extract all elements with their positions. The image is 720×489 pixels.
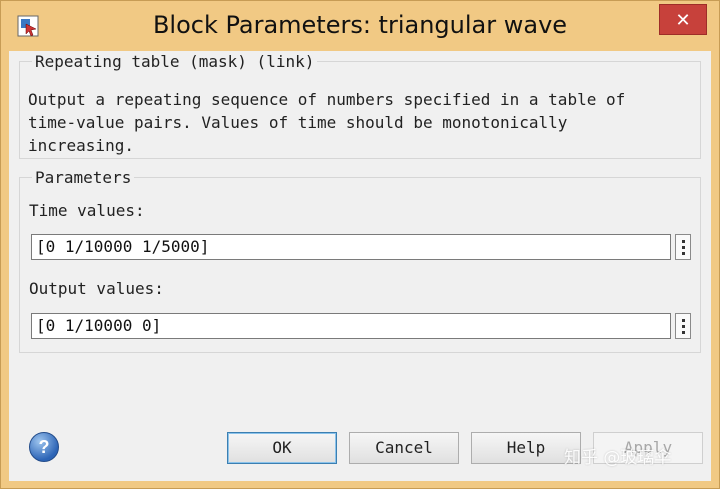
close-button[interactable]: ✕	[659, 4, 707, 35]
help-question-icon[interactable]: ?	[29, 432, 59, 462]
close-icon: ✕	[675, 10, 691, 30]
window-title: Block Parameters: triangular wave	[152, 11, 568, 39]
cancel-button[interactable]: Cancel	[349, 432, 459, 464]
output-values-label: Output values:	[29, 279, 164, 298]
mask-group-legend: Repeating table (mask) (link)	[32, 52, 318, 71]
output-values-more-button[interactable]	[675, 313, 691, 339]
dialog-window: Block Parameters: triangular wave ✕ Repe…	[0, 0, 720, 489]
time-values-input[interactable]: [0 1/10000 1/5000]	[31, 234, 671, 260]
vertical-ellipsis-icon	[682, 319, 685, 337]
title-bar[interactable]: Block Parameters: triangular wave ✕	[1, 1, 719, 51]
time-values-label: Time values:	[29, 201, 145, 220]
parameters-legend: Parameters	[32, 168, 135, 187]
vertical-ellipsis-icon	[682, 240, 685, 258]
dialog-client-area: Repeating table (mask) (link) Output a r…	[9, 51, 711, 481]
mask-description-group: Repeating table (mask) (link) Output a r…	[19, 52, 701, 159]
mask-description: Output a repeating sequence of numbers s…	[28, 90, 626, 155]
output-values-input[interactable]: [0 1/10000 0]	[31, 313, 671, 339]
time-values-more-button[interactable]	[675, 234, 691, 260]
watermark-text: 知乎 @玻璃伞	[564, 448, 672, 468]
ok-button[interactable]: OK	[227, 432, 337, 464]
